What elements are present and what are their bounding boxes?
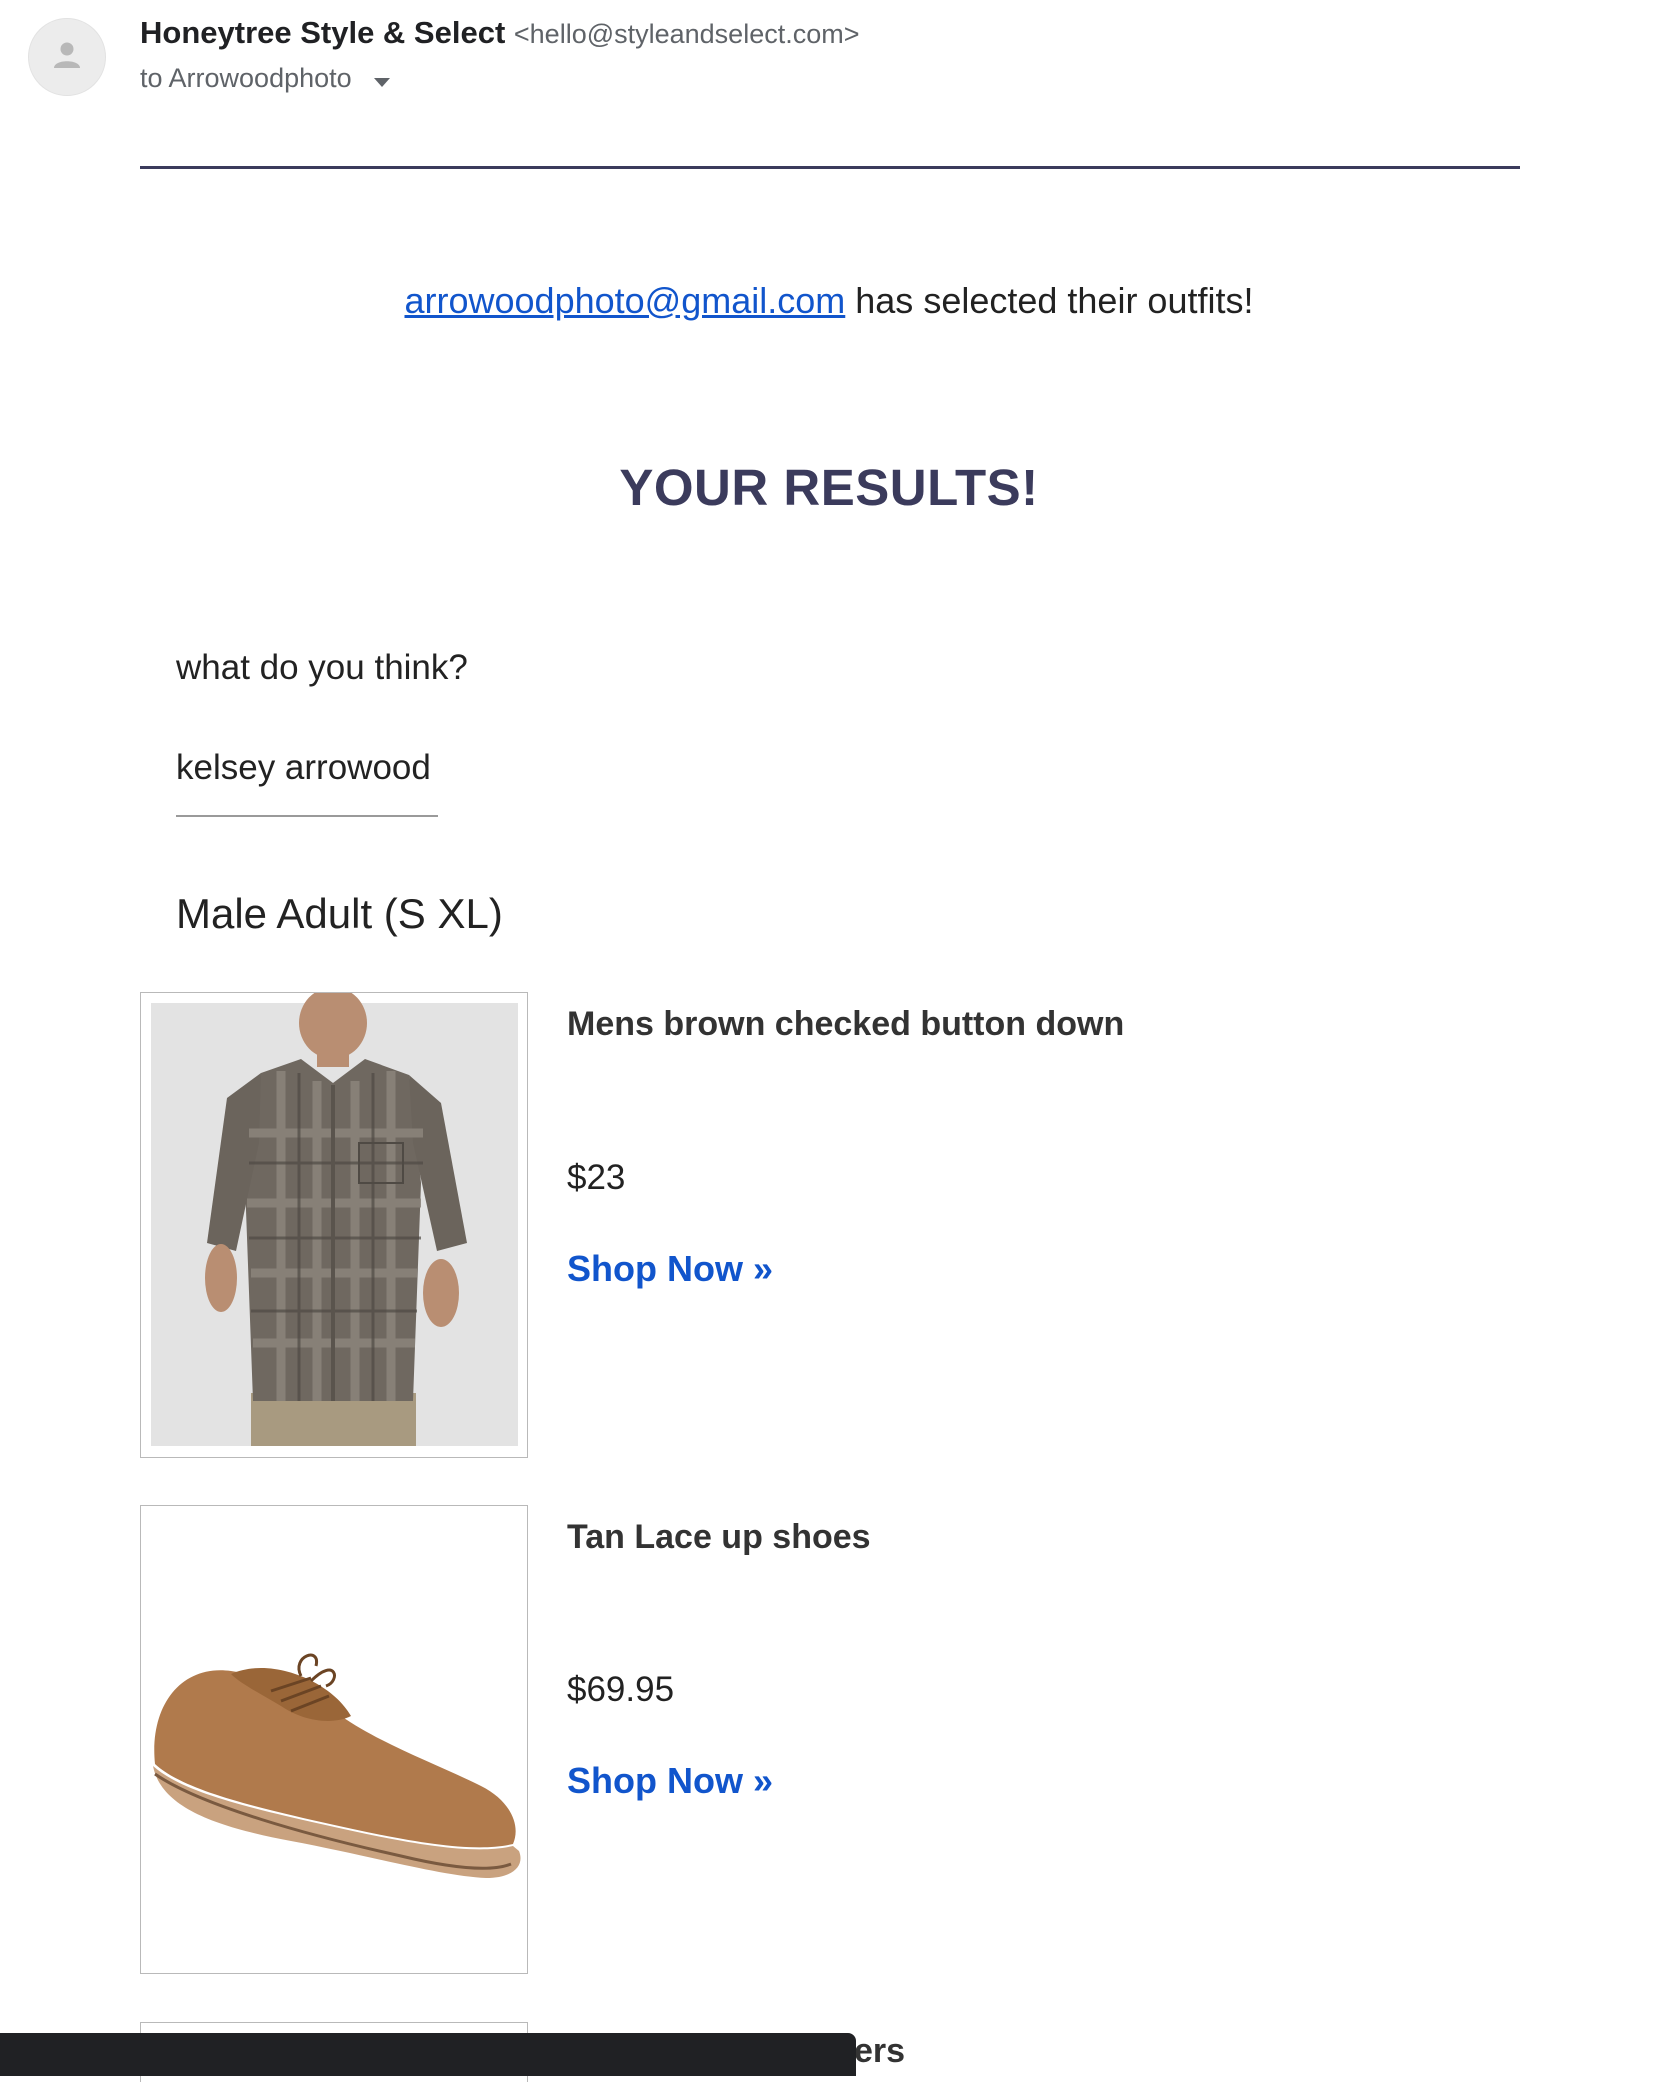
person-icon <box>50 38 84 77</box>
header-divider <box>140 166 1520 169</box>
selected-email-link[interactable]: arrowoodphoto@gmail.com <box>405 280 846 321</box>
product-name: Tan Lace up shoes <box>567 1518 871 1556</box>
sender-name[interactable]: Honeytree Style & Select <box>140 15 505 50</box>
product-price: $23 <box>567 1158 626 1197</box>
recipients-label: to Arrowoodphoto <box>140 63 352 93</box>
group-title: Male Adult (S XL) <box>176 890 503 937</box>
results-title: YOUR RESULTS! <box>619 459 1039 516</box>
shop-now-link[interactable]: Shop Now » <box>567 1248 773 1290</box>
sender-email: <hello@styleandselect.com> <box>513 19 860 49</box>
selection-message-text: has selected their outfits! <box>845 280 1254 321</box>
answer-text: kelsey arrowood <box>176 748 431 787</box>
selection-message: arrowoodphoto@gmail.com has selected the… <box>0 280 1658 322</box>
product-price: $69.95 <box>567 1670 675 1709</box>
caret-down-icon[interactable] <box>373 62 391 98</box>
product-image-shirt[interactable] <box>140 987 528 1458</box>
product-image-shoes[interactable] <box>140 1505 528 1974</box>
recipients-dropdown[interactable]: to Arrowoodphoto <box>140 60 391 98</box>
shoe-image <box>149 1514 521 1964</box>
shirt-image <box>151 987 518 1446</box>
answer-underline <box>176 815 438 817</box>
bottom-overlay-bar <box>0 2033 856 2076</box>
sender-avatar[interactable] <box>28 18 106 96</box>
product-name: Mens brown checked button down <box>567 1005 1125 1043</box>
question-label: what do you think? <box>176 648 468 687</box>
product-name-partial: ers <box>854 2032 906 2070</box>
sender-line: Honeytree Style & Select <hello@styleand… <box>140 14 860 53</box>
shop-now-link[interactable]: Shop Now » <box>567 1760 773 1802</box>
